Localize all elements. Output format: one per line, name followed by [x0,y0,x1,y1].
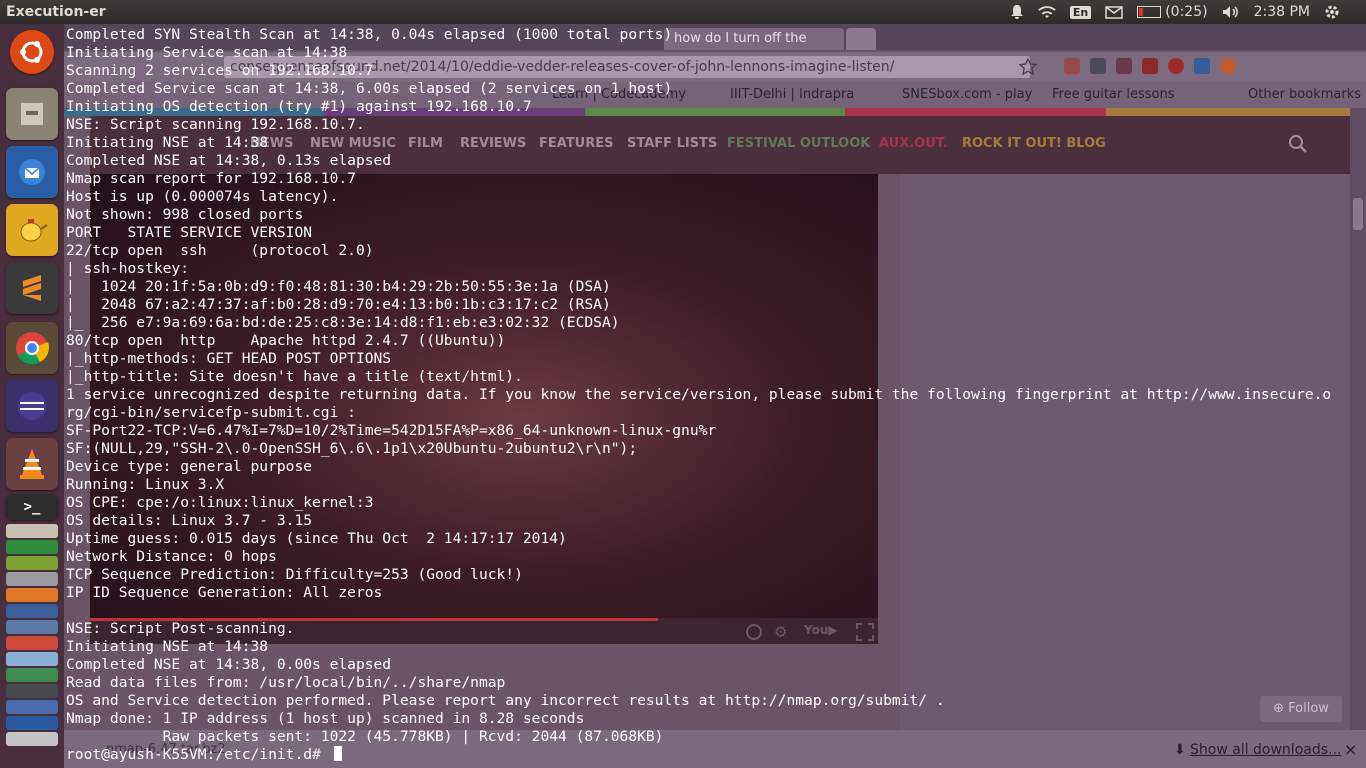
terminal-line: Device type: general purpose [66,458,313,475]
wifi-icon[interactable] [1038,5,1056,19]
terminal-prompt-line[interactable]: root@ayush-K55VM:/etc/init.d# [66,746,1364,764]
spotify-icon[interactable] [6,540,58,554]
shell-prompt: root@ayush-K55VM:/etc/init.d# [66,746,330,763]
terminal-line: rg/cgi-bin/servicefp-submit.cgi : [66,404,356,421]
stacked-app-icon[interactable] [6,716,58,730]
terminal-line: Completed NSE at 14:38, 0.13s elapsed [66,152,392,169]
terminal-line: Completed SYN Stealth Scan at 14:38, 0.0… [66,26,673,43]
terminal-line: NSE: Script scanning 192.168.10.7. [66,116,365,133]
facebook-icon[interactable] [6,700,58,714]
terminal-line: Completed Service scan at 14:38, 6.00s e… [66,80,673,97]
terminal-line: |_http-methods: GET HEAD POST OPTIONS [66,350,392,367]
teapot-icon[interactable] [6,204,58,256]
terminal-line: Raw packets sent: 1022 (45.778KB) | Rcvd… [66,728,664,745]
terminal-line: | 2048 67:a2:47:37:af:b0:28:d9:70:e4:13:… [66,296,611,313]
eclipse-icon[interactable] [6,380,58,432]
stacked-app-icon[interactable] [6,668,58,682]
terminal-line: Nmap done: 1 IP address (1 host up) scan… [66,710,585,727]
terminal-line: |_ 256 e7:9a:69:6a:bd:de:25:c8:3e:14:d8:… [66,314,620,331]
terminal-line: Initiating NSE at 14:38 [66,638,269,655]
terminal-line: OS CPE: cpe:/o:linux:linux_kernel:3 [66,494,374,511]
terminal-line: 22/tcp open ssh (protocol 2.0) [66,242,374,259]
top-panel: Execution-er En (0:25) 2:38 PM [0,0,1366,24]
terminal-output[interactable]: Completed SYN Stealth Scan at 14:38, 0.0… [66,26,1364,764]
terminal-line: OS details: Linux 3.7 - 3.15 [66,512,313,529]
stacked-app-icon[interactable] [6,684,58,698]
stacked-app-icon[interactable] [6,636,58,650]
terminal-line: Network Distance: 0 hops [66,548,277,565]
terminal-line: | 1024 20:1f:5a:0b:d9:f0:48:81:30:b4:29:… [66,278,611,295]
clock[interactable]: 2:38 PM [1254,4,1310,20]
terminal-line: Running: Linux 3.X [66,476,225,493]
battery-icon [1137,6,1162,18]
terminal-line: TCP Sequence Prediction: Difficulty=253 … [66,566,523,583]
terminal-line: Read data files from: /usr/local/bin/../… [66,674,506,691]
stacked-app-icon[interactable] [6,524,58,538]
terminal-line: SF:(NULL,29,"SSH-2\.0-OpenSSH_6\.6\.1p1\… [66,440,638,457]
battery-time: (0:25) [1165,4,1208,20]
terminal-line: SF-Port22-TCP:V=6.47%I=7%D=10/2%Time=542… [66,422,717,439]
terminal-line: |_http-title: Site doesn't have a title … [66,368,523,385]
terminal-line: Initiating OS detection (try #1) against… [66,98,532,115]
terminal-line: IP ID Sequence Generation: All zeros [66,584,383,601]
stacked-app-icon[interactable] [6,572,58,586]
terminal-icon[interactable]: >_ [6,494,58,520]
text-cursor [333,746,342,761]
stacked-app-icon[interactable] [6,588,58,602]
terminal-line: Initiating Service scan at 14:38 [66,44,348,61]
window-title: Execution-er [6,4,106,20]
terminal-line: Scanning 2 services on 192.168.10.7 [66,62,374,79]
settings-gear-icon[interactable] [1324,4,1340,20]
terminal-line: Completed NSE at 14:38, 0.00s elapsed [66,656,392,673]
terminal-line: | ssh-hostkey: [66,260,190,277]
stacked-app-icon[interactable] [6,620,58,634]
terminal-line: OS and Service detection performed. Plea… [66,692,945,709]
ubuntu-logo-icon[interactable] [10,30,54,74]
files-icon[interactable] [6,88,58,140]
terminal-line: Nmap scan report for 192.168.10.7 [66,170,356,187]
stacked-app-icon[interactable] [6,652,58,666]
stacked-app-icon[interactable] [6,556,58,570]
battery-indicator[interactable]: (0:25) [1137,4,1208,20]
terminal-line: Not shown: 998 closed ports [66,206,304,223]
mail-icon[interactable] [1105,5,1123,19]
system-tray: En (0:25) 2:38 PM [1010,4,1366,20]
vlc-icon[interactable] [6,438,58,490]
sublime-text-icon[interactable] [6,262,58,314]
notification-bell-icon[interactable] [1010,4,1024,20]
thunderbird-icon[interactable] [6,146,58,198]
stacked-app-icon[interactable] [6,732,58,746]
keyboard-layout[interactable]: En [1069,5,1092,19]
terminal-line: Host is up (0.000074s latency). [66,188,339,205]
terminal-line: Uptime guess: 0.015 days (since Thu Oct … [66,530,567,547]
terminal-line: PORT STATE SERVICE VERSION [66,224,313,241]
terminal-line: NSE: Script Post-scanning. [66,620,295,637]
volume-icon[interactable] [1222,5,1240,19]
terminal-line: 80/tcp open http Apache httpd 2.4.7 ((Ub… [66,332,506,349]
terminal-line: Initiating NSE at 14:38 [66,134,269,151]
unity-launcher: >_ [0,24,64,768]
chrome-icon[interactable] [6,322,58,374]
terminal-line: 1 service unrecognized despite returning… [66,386,1332,403]
stacked-app-icon[interactable] [6,604,58,618]
